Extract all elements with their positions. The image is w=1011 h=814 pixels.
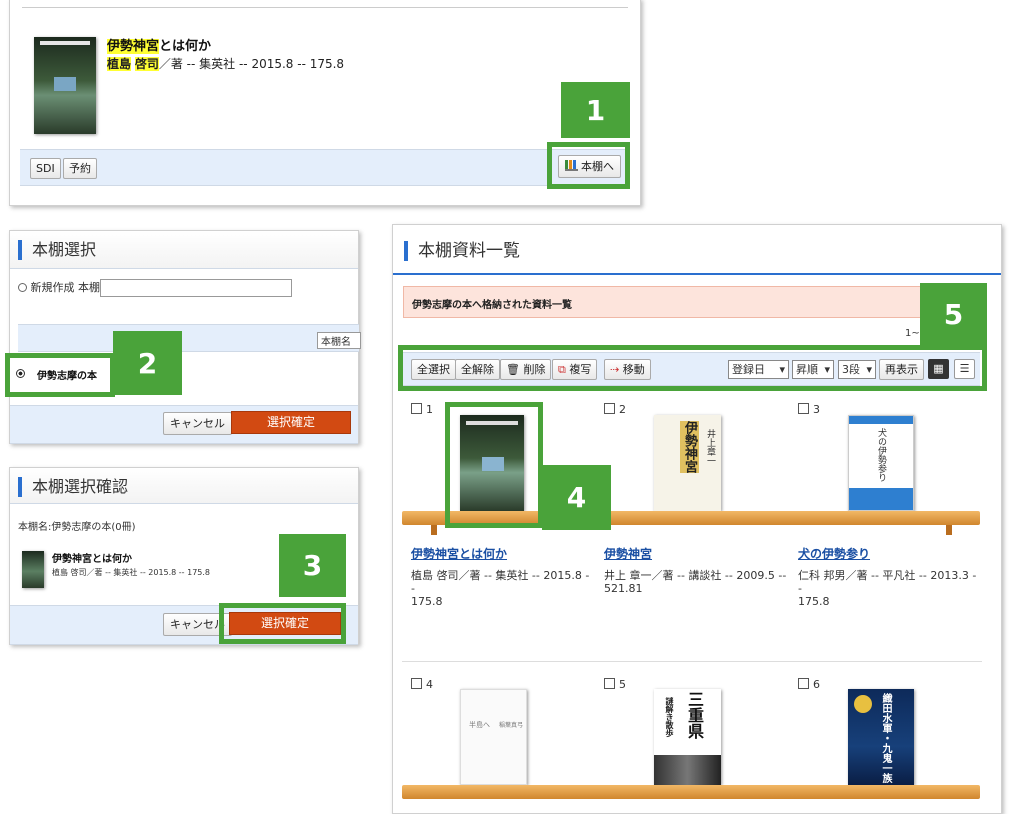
item-cover-6[interactable]: 織田水軍・九鬼一族 [848, 689, 914, 785]
item-checkbox-1[interactable]: 1 [411, 403, 433, 416]
confirm-final-button[interactable]: 選択確定 [229, 612, 341, 635]
cover-2-title: 伊勢神宮 [680, 421, 699, 473]
book-meta: 植島 啓司／著 -- 集英社 -- 2015.8 -- 175.8 [107, 55, 344, 72]
step-badge-4: 4 [542, 465, 611, 530]
item-title-3[interactable]: 犬の伊勢参り [798, 545, 870, 562]
shelf-name-line: 本棚名:伊勢志摩の本(0冊) [18, 522, 136, 533]
confirm-book-meta: 植島 啓司／著 -- 集英社 -- 2015.8 -- 175.8 [52, 568, 211, 577]
meta-rest: ／著 -- 集英社 -- 2015.8 -- 175.8 [158, 57, 345, 71]
book-cover-thumbnail[interactable] [34, 37, 96, 134]
cancel-button[interactable]: キャンセル [163, 412, 232, 435]
shelf-confirm-title: 本棚選択確認 [18, 477, 128, 497]
shelf-list-title: 本棚資料一覧 [404, 241, 520, 261]
item-number: 6 [813, 678, 820, 691]
row-divider [402, 661, 982, 662]
item-number: 3 [813, 403, 820, 416]
new-shelf-radio[interactable] [18, 283, 27, 292]
item-meta-line: 植島 啓司／著 -- 集英社 -- 2015.8 -- [411, 569, 590, 595]
new-shelf-row: 新規作成 本棚名 [18, 279, 111, 295]
item-checkbox-5[interactable]: 5 [604, 678, 626, 691]
step-badge-3: 3 [279, 534, 346, 597]
cover-6-title: 織田水軍・九鬼一族 [880, 693, 891, 783]
item-number: 5 [619, 678, 626, 691]
checkbox-box[interactable] [411, 678, 422, 689]
cover-5-subtitle: 謎解き散歩 [665, 697, 674, 737]
item-title-1[interactable]: 伊勢神宮とは何か [411, 545, 507, 562]
add-to-shelf-label: 本棚へ [581, 160, 614, 173]
item-meta-line: 521.81 [604, 582, 643, 595]
sdi-button[interactable]: SDI [30, 158, 61, 179]
item-title-link[interactable]: 犬の伊勢参り [798, 547, 870, 561]
item-title-link[interactable]: 伊勢神宮 [604, 547, 652, 561]
book-title[interactable]: 伊勢神宮とは何か [107, 35, 211, 54]
top-divider [22, 7, 628, 8]
item-title-2[interactable]: 伊勢神宮 [604, 545, 652, 562]
cover-3-title: 犬の伊勢参り [876, 428, 886, 482]
step-badge-1: 1 [561, 82, 630, 138]
shelf-select-panel: 本棚選択 新規作成 本棚名 本棚名 キャンセル 選択確定 [9, 230, 361, 444]
add-to-shelf-button[interactable]: 本棚へ [558, 155, 621, 178]
shelf-option-row[interactable]: 伊勢志摩の本 [10, 358, 110, 392]
item-meta-line: 175.8 [798, 595, 830, 608]
item-number: 2 [619, 403, 626, 416]
new-shelf-name-input[interactable] [100, 279, 292, 297]
cover-5-title: 三重県 [685, 691, 704, 739]
cover-4-title: 半島へ [469, 721, 490, 729]
checkbox-box[interactable] [411, 403, 422, 414]
shelf-banner: 伊勢志摩の本へ格納された資料一覧 [403, 286, 928, 318]
shelf-name-column-header: 本棚名 [317, 332, 361, 349]
item-cover-2[interactable]: 伊勢神宮 井上章一 [654, 415, 721, 511]
item-meta-3: 仁科 邦男／著 -- 平凡社 -- 2013.3 -- 175.8 [798, 569, 978, 608]
checkbox-box[interactable] [604, 403, 615, 414]
item-checkbox-2[interactable]: 2 [604, 403, 626, 416]
item-checkbox-6[interactable]: 6 [798, 678, 820, 691]
title-rest: とは何か [159, 39, 212, 54]
shelf-banner-text: 伊勢志摩の本へ格納された資料一覧 [412, 300, 572, 311]
book-result-panel: 伊勢神宮とは何か 植島 啓司／著 -- 集英社 -- 2015.8 -- 175… [9, 0, 641, 206]
bookshelf-board-2 [402, 785, 980, 799]
shelf-option-radio[interactable] [16, 369, 25, 378]
highlight-frame-4 [445, 402, 543, 528]
item-meta-2: 井上 章一／著 -- 講談社 -- 2009.5 -- 521.81 [604, 569, 789, 595]
shelf-leg [946, 525, 952, 535]
cover-4-author: 稲葉真弓 [499, 722, 524, 729]
item-cover-5[interactable]: 三重県 謎解き散歩 [654, 689, 721, 785]
item-number: 1 [426, 403, 433, 416]
action-bar [20, 149, 630, 186]
shelf-leg [431, 525, 437, 535]
item-meta-line: 井上 章一／著 -- 講談社 -- 2009.5 -- [604, 569, 787, 582]
author-highlight-1: 植島 [107, 57, 132, 71]
title-highlight: 伊勢神宮 [107, 39, 160, 54]
checkbox-box[interactable] [798, 678, 809, 689]
item-number: 4 [426, 678, 433, 691]
item-title-link[interactable]: 伊勢神宮とは何か [411, 547, 507, 561]
step-badge-5: 5 [920, 283, 987, 345]
author-highlight-2: 啓司 [134, 57, 159, 71]
confirm-book-cover [22, 551, 44, 588]
item-cover-3[interactable]: 犬の伊勢参り [848, 415, 914, 511]
item-meta-line: 仁科 邦男／著 -- 平凡社 -- 2013.3 -- [798, 569, 977, 595]
bookshelf-icon [565, 160, 578, 171]
shelf-table-header [18, 324, 359, 352]
item-meta-line: 175.8 [411, 595, 443, 608]
item-cover-4[interactable]: 半島へ 稲葉真弓 [460, 689, 527, 785]
step-badge-2: 2 [113, 331, 182, 395]
item-meta-1: 植島 啓司／著 -- 集英社 -- 2015.8 -- 175.8 [411, 569, 591, 608]
cover-2-author: 井上章一 [705, 429, 715, 465]
shelf-select-title: 本棚選択 [18, 240, 96, 260]
confirm-selection-button[interactable]: 選択確定 [231, 411, 351, 434]
new-shelf-label: 新規作成 本棚名 [30, 281, 112, 294]
shelf-option-label: 伊勢志摩の本 [37, 371, 97, 382]
item-checkbox-4[interactable]: 4 [411, 678, 433, 691]
reserve-button[interactable]: 予約 [63, 158, 97, 179]
result-count: 1~ [905, 328, 920, 339]
confirm-book-title: 伊勢神宮とは何か [52, 554, 132, 565]
highlight-frame-5 [398, 345, 987, 391]
checkbox-box[interactable] [798, 403, 809, 414]
checkbox-box[interactable] [604, 678, 615, 689]
item-checkbox-3[interactable]: 3 [798, 403, 820, 416]
